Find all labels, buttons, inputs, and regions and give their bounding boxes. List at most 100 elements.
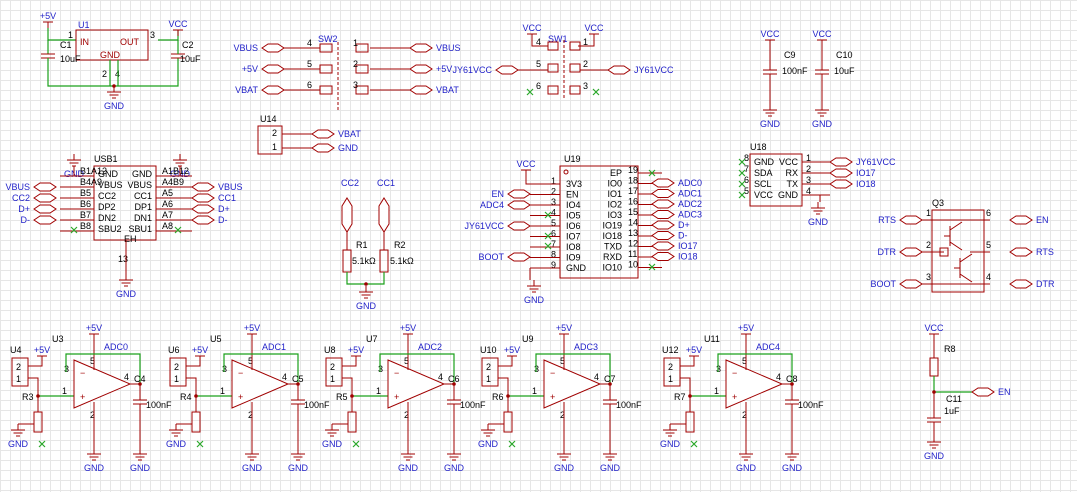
r8-en: EN — [998, 387, 1011, 397]
usb1-left-cc: CC2 — [98, 191, 116, 201]
amp-2-potentiometer — [347, 411, 357, 433]
usb1-dm-left: D- — [21, 215, 31, 225]
q3-pin5: 5 — [986, 240, 991, 250]
ground-symbol — [169, 424, 183, 437]
usb1-right-sbu: SBU1 — [128, 224, 152, 234]
u19-rpin: 19 — [628, 165, 638, 175]
amp-2-r-ref: R5 — [336, 392, 348, 402]
c10-vcc: VCC — [812, 29, 832, 39]
ground-label: GND — [554, 463, 575, 473]
u19-right-port: ADC0 — [678, 178, 702, 188]
amp-2-cap-ref: C6 — [448, 374, 460, 384]
ground-label: GND — [924, 451, 945, 461]
u1-gnd-pin: GND — [100, 50, 121, 60]
no-connect-mark — [174, 226, 182, 234]
wire — [680, 362, 695, 367]
u1-pin3: 3 — [150, 30, 155, 40]
ground-symbol — [107, 86, 121, 99]
q3-boot: BOOT — [870, 279, 896, 289]
net-port — [261, 85, 285, 95]
usb1-dp-left: D+ — [18, 204, 30, 214]
amp-header-pin1: 1 — [668, 374, 673, 384]
amp-minus-hidden: − — [732, 368, 737, 378]
amp-pin1: 1 — [62, 386, 67, 396]
u19-left-pin: IO4 — [566, 200, 581, 210]
capacitor-c10 — [815, 69, 829, 75]
amp-3-vcc: +5V — [556, 323, 572, 333]
usb1-left-dn: DN2 — [98, 213, 116, 223]
u14-vbat: VBAT — [338, 129, 361, 139]
resistor-r8 — [929, 357, 939, 377]
sw2-right-vbat: VBAT — [436, 85, 459, 95]
amp-0-potentiometer — [33, 411, 43, 433]
amp-1-vcc: +5V — [244, 323, 260, 333]
c9-value: 100nF — [782, 66, 808, 76]
ground-label: GND — [524, 295, 545, 305]
net-port — [899, 215, 923, 225]
u19-rpin: 10 — [628, 260, 638, 270]
u19-vcc: VCC — [516, 159, 536, 169]
usb1-dm-right: D- — [218, 215, 228, 225]
amp-plus-hidden: + — [394, 392, 399, 402]
q3-ref: Q3 — [932, 198, 944, 208]
amp-4-r-ref: R7 — [674, 392, 686, 402]
u14-gnd: GND — [338, 143, 359, 153]
u19-rpin: 11 — [628, 249, 637, 259]
net-port — [829, 157, 853, 167]
net-port — [409, 64, 433, 74]
sw2-pin: 3 — [353, 80, 358, 90]
sw1-pin: 3 — [583, 81, 588, 91]
q3-pin6: 6 — [986, 208, 991, 218]
ground-label: GND — [808, 217, 829, 227]
ground-label: GND — [398, 463, 419, 473]
amp-1-adc: ADC1 — [262, 342, 286, 352]
power-flag — [507, 355, 517, 362]
amp-header-pin2: 2 — [330, 362, 335, 372]
usb1-lpin: B7 — [80, 210, 91, 220]
u18-port: IO18 — [856, 179, 876, 189]
usb1-lpin: B5 — [80, 188, 91, 198]
u19-boot: BOOT — [478, 252, 504, 262]
amp-minus-hidden: − — [550, 368, 555, 378]
ground-label: GND — [288, 463, 309, 473]
capacitor-c1 — [41, 53, 55, 59]
amp-header-pin1: 1 — [174, 374, 179, 384]
r8-vcc: VCC — [924, 323, 944, 333]
ground-label: GND — [322, 439, 343, 449]
q3-transistor-b — [954, 253, 973, 283]
net-port — [261, 64, 285, 74]
sw2-ref: SW2 — [318, 34, 338, 44]
junction-dot — [36, 394, 40, 398]
amp-0-adc: ADC0 — [104, 342, 128, 352]
net-port — [1009, 279, 1033, 289]
usb1-ref: USB1 — [94, 154, 118, 164]
amp-4-header-5v: +5V — [686, 345, 702, 355]
ground-label: GND — [760, 119, 781, 129]
amp-pin1: 1 — [532, 386, 537, 396]
ground-symbol — [119, 274, 133, 287]
net-port — [651, 220, 675, 230]
u18-right-pin: VCC — [779, 157, 799, 167]
amp-2-vcc: +5V — [400, 323, 416, 333]
ground-symbol — [663, 424, 677, 437]
ground-symbol — [811, 202, 825, 215]
power-flag — [817, 39, 827, 46]
u19-rpin: 17 — [628, 186, 638, 196]
amp-3-cap-ref: C7 — [604, 374, 616, 384]
amp-3-potentiometer — [503, 411, 513, 433]
c11-ref: C11 — [946, 394, 962, 404]
u19-left-pin: 3V3 — [566, 179, 582, 189]
ground-label: GND — [356, 301, 377, 311]
cc-net-port — [341, 197, 353, 233]
ground-symbol — [603, 448, 617, 461]
ground-symbol — [325, 424, 339, 437]
amp-plus-hidden: + — [550, 392, 555, 402]
u18-ref: U18 — [750, 142, 767, 152]
sw2-contact — [319, 43, 333, 53]
net-port — [829, 179, 853, 189]
sw2-pin: 6 — [307, 80, 312, 90]
u19-rpin: 12 — [628, 239, 638, 249]
sw1-left-jy61vcc: JY61VCC — [452, 65, 492, 75]
ground-label: GND — [130, 463, 151, 473]
amp-header-pin1: 1 — [330, 374, 335, 384]
